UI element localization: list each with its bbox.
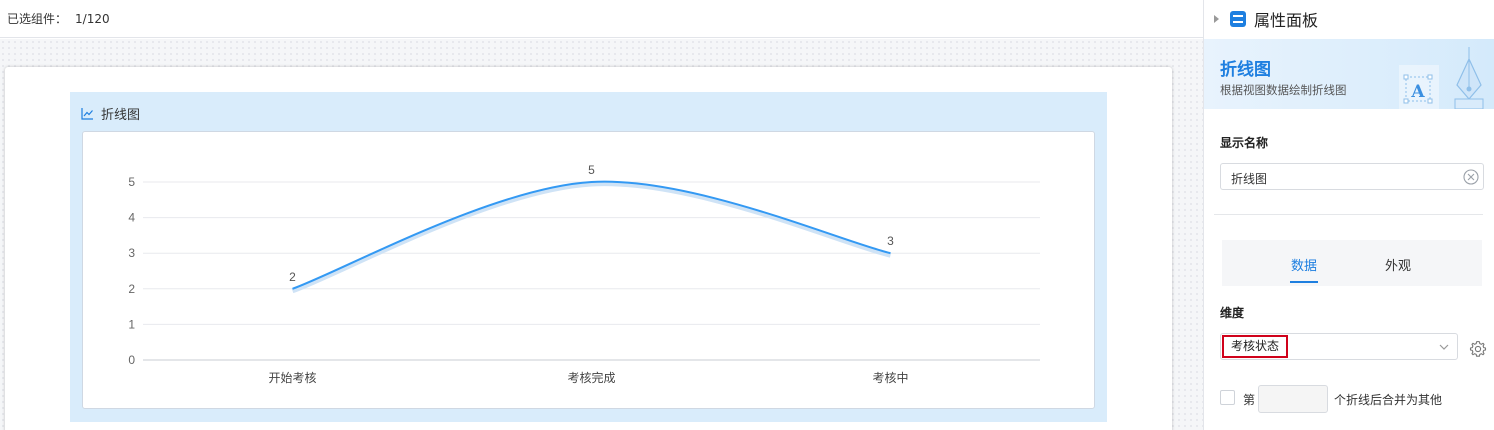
selected-component-count: 已选组件： 1/120: [7, 10, 110, 27]
line-chart: 0 1 2 3 4 5 开始考核 考核完成 考核中 2 5 3: [128, 163, 1040, 385]
y-tick-label: 0: [128, 353, 135, 367]
display-name-input[interactable]: 折线图: [1220, 163, 1484, 190]
display-name-label: 显示名称: [1220, 136, 1269, 150]
widget-title: 折线图: [101, 107, 141, 123]
line-chart-icon: [81, 107, 93, 120]
active-tab-indicator: [1290, 281, 1318, 283]
data-label: 3: [887, 234, 894, 248]
canvas-area: 已选组件： 1/120 折线图 0 1 2 3 4 5 开始考核 考核完成 考核中 2 5 3: [0, 0, 1203, 430]
banner-title: 折线图: [1220, 60, 1271, 80]
y-tick-label: 5: [128, 175, 135, 189]
data-label: 2: [289, 270, 296, 284]
dimension-value: 考核状态: [1222, 335, 1289, 358]
merge-suffix-label: 个折线后合并为其他: [1334, 393, 1443, 407]
selected-count-value: 1/120: [75, 12, 110, 26]
display-name-value: 折线图: [1231, 172, 1268, 186]
tab-data[interactable]: 数据: [1291, 255, 1317, 274]
dimension-select[interactable]: 考核状态: [1220, 333, 1458, 360]
y-tick-label: 4: [128, 211, 135, 225]
pen-illustration-icon: A: [1399, 47, 1484, 109]
panel-header: 属性面板: [1204, 0, 1494, 38]
x-tick-label: 考核中: [872, 370, 908, 385]
line-chart-widget[interactable]: 折线图 0 1 2 3 4 5 开始考核 考核完成 考核中 2 5 3: [70, 92, 1107, 422]
clear-icon[interactable]: [1463, 169, 1479, 185]
selected-count-label: 已选组件：: [7, 12, 68, 26]
canvas-toolbar: 已选组件： 1/120: [0, 0, 1203, 38]
banner-description: 根据视图数据绘制折线图: [1220, 83, 1347, 97]
dimension-label: 维度: [1220, 306, 1245, 320]
y-tick-label: 2: [128, 282, 135, 296]
component-banner: 折线图 根据视图数据绘制折线图 A: [1204, 39, 1494, 109]
property-panel: 属性面板 折线图 根据视图数据绘制折线图 A 显示名称 折线图 数据 外观 维度…: [1203, 0, 1494, 430]
merge-count-input[interactable]: [1258, 385, 1328, 413]
widget-header: 折线图: [81, 104, 141, 123]
panel-title: 属性面板: [1254, 11, 1319, 30]
series-line-shadow: [291, 181, 892, 294]
merge-prefix-label: 第: [1243, 393, 1256, 407]
panel-settings-icon: [1230, 11, 1246, 27]
section-divider: [1214, 214, 1483, 215]
x-tick-label: 开始考核: [268, 371, 316, 385]
series-line: [292, 180, 891, 290]
y-tick-label: 3: [128, 246, 135, 260]
chart-container: 0 1 2 3 4 5 开始考核 考核完成 考核中 2 5 3: [82, 131, 1095, 409]
x-tick-label: 考核完成: [567, 370, 615, 385]
chevron-down-icon: [1439, 344, 1449, 350]
svg-text:A: A: [1410, 82, 1425, 102]
tab-appearance[interactable]: 外观: [1385, 255, 1411, 274]
panel-tabs: 数据 外观: [1222, 240, 1482, 286]
gear-icon[interactable]: [1469, 340, 1487, 358]
collapse-caret-icon[interactable]: [1214, 15, 1219, 23]
data-label: 5: [588, 163, 595, 177]
merge-others-checkbox[interactable]: [1220, 390, 1235, 405]
y-tick-label: 1: [128, 317, 135, 331]
